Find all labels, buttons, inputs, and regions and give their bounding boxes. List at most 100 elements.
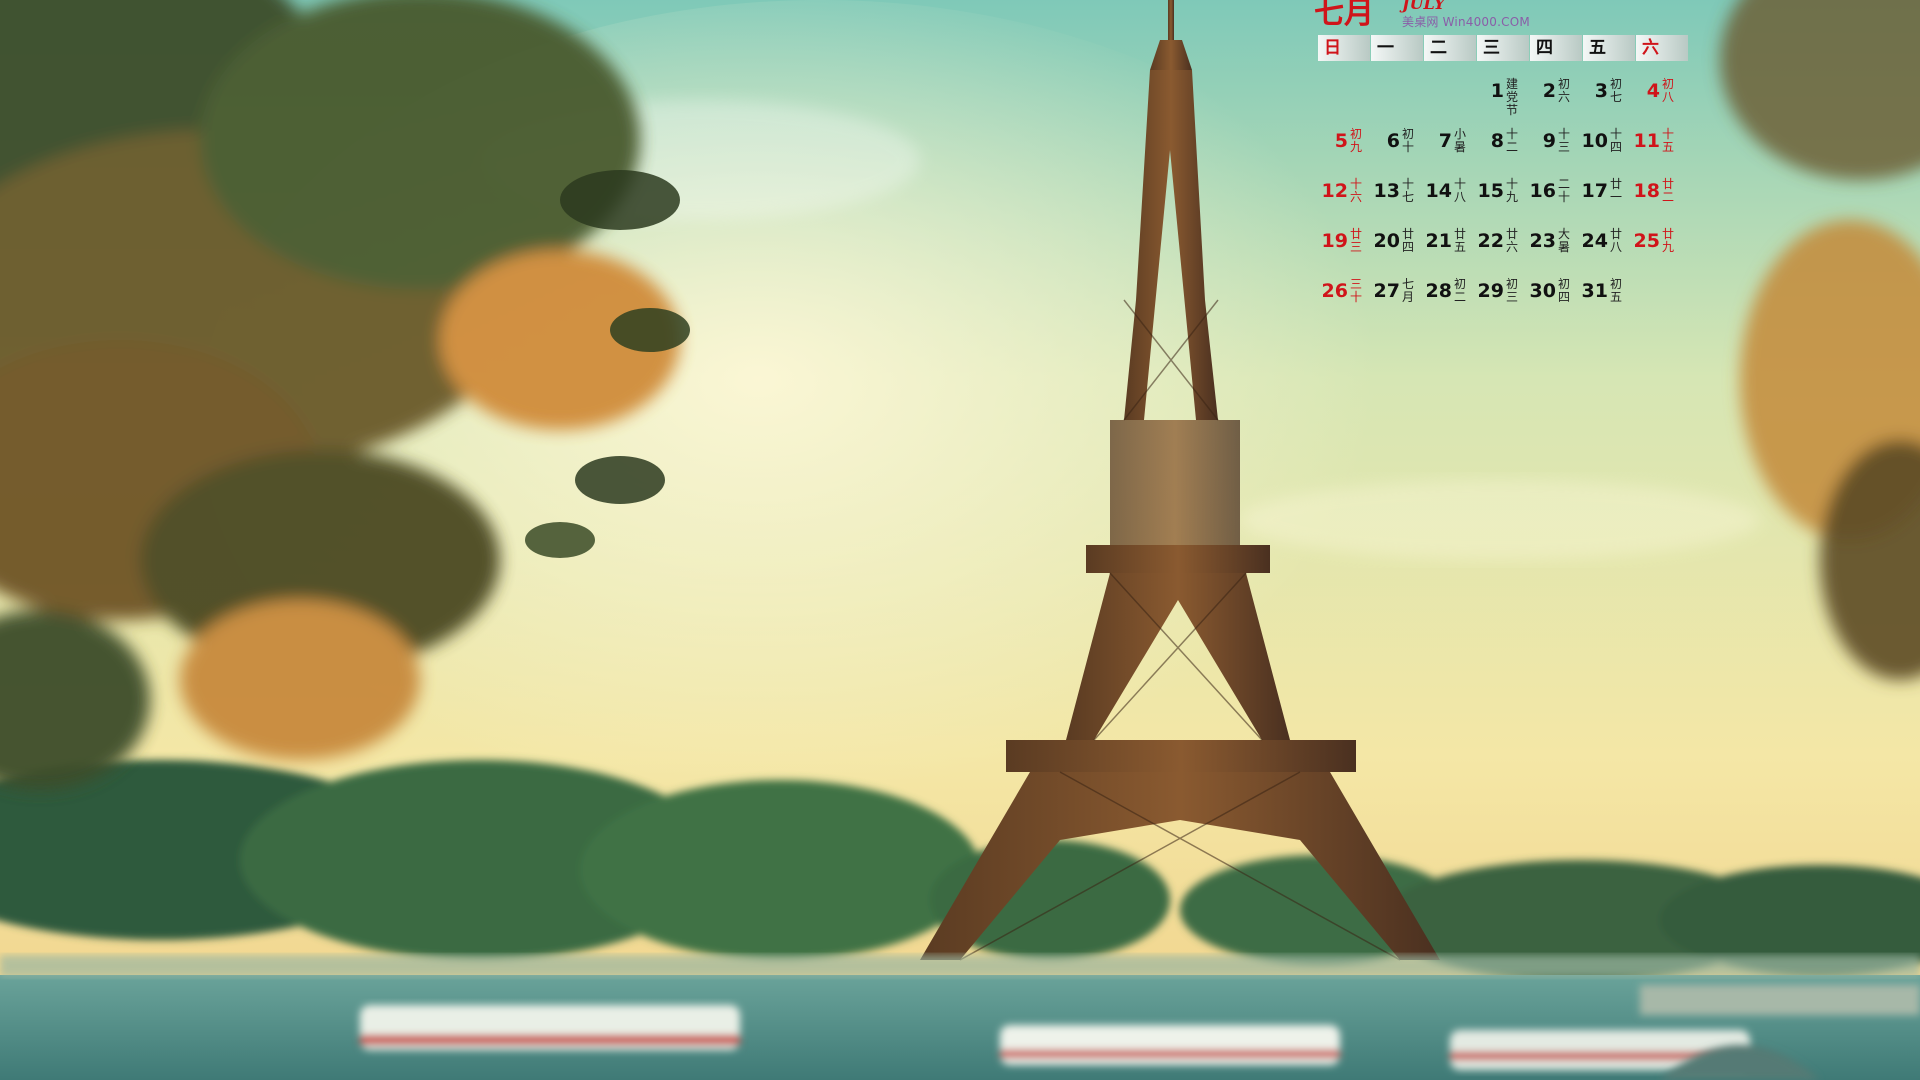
calendar-day-cell: 25 廿九 [1630, 226, 1682, 276]
calendar-day-number: 9 [1542, 130, 1556, 152]
calendar-lunar-label: 建党节 [1506, 77, 1519, 117]
calendar-lunar-label: 十四 [1610, 127, 1623, 154]
calendar-lunar-label: 十七 [1402, 177, 1415, 204]
calendar-day-cell: 14 十八 [1422, 176, 1474, 226]
calendar-lunar-label: 初七 [1610, 77, 1623, 104]
weekday-sun: 日 [1318, 35, 1370, 61]
calendar-day-cell: 31 初五 [1578, 276, 1630, 326]
calendar-day-cell: 27 七月 [1370, 276, 1422, 326]
calendar-lunar-label: 十六 [1350, 177, 1363, 204]
calendar-day-number: 7 [1438, 130, 1452, 152]
calendar-day-number: 30 [1529, 280, 1556, 302]
calendar-day-cell: 4 初八 [1630, 76, 1682, 126]
calendar-day-number: 2 [1542, 80, 1556, 102]
calendar-lunar-label: 十八 [1454, 177, 1467, 204]
calendar-lunar-label: 廿九 [1662, 227, 1675, 254]
calendar-day-cell: 30 初四 [1526, 276, 1578, 326]
calendar-day-number: 4 [1646, 80, 1660, 102]
calendar-day-cell: 18 廿二 [1630, 176, 1682, 226]
calendar-day-number: 1 [1490, 80, 1504, 102]
calendar-lunar-label: 初四 [1558, 277, 1571, 304]
calendar-day-number: 15 [1477, 180, 1504, 202]
calendar-day-number: 22 [1477, 230, 1504, 252]
calendar-lunar-label: 十九 [1506, 177, 1519, 204]
calendar-day-cell: 12 十六 [1318, 176, 1370, 226]
calendar-day-cell: 23 大暑 [1526, 226, 1578, 276]
calendar-day-number: 25 [1633, 230, 1660, 252]
calendar-lunar-label: 初三 [1506, 277, 1519, 304]
calendar-day-number: 6 [1386, 130, 1400, 152]
calendar-day-cell: 21 廿五 [1422, 226, 1474, 276]
calendar-day-cell: 11 十五 [1630, 126, 1682, 176]
calendar-day-number: 26 [1321, 280, 1348, 302]
calendar-day-cell: 22 廿六 [1474, 226, 1526, 276]
calendar-day-number: 10 [1581, 130, 1608, 152]
calendar-day-number: 23 [1529, 230, 1556, 252]
calendar-widget: 七月 JULY 美桌网 Win4000.COM 日 一 二 三 四 五 六 1建… [1310, 0, 1690, 330]
calendar-lunar-label: 廿五 [1454, 227, 1467, 254]
calendar-lunar-label: 廿三 [1350, 227, 1363, 254]
calendar-day-number: 12 [1321, 180, 1348, 202]
calendar-day-number: 3 [1594, 80, 1608, 102]
calendar-day-number: 29 [1477, 280, 1504, 302]
calendar-lunar-label: 廿二 [1662, 177, 1675, 204]
calendar-day-cell: 19 廿三 [1318, 226, 1370, 276]
calendar-lunar-label: 初六 [1558, 77, 1571, 104]
calendar-day-cell: 28 初二 [1422, 276, 1474, 326]
calendar-weekday-header: 日 一 二 三 四 五 六 [1318, 35, 1688, 61]
calendar-day-grid: 1 建党节 2 初六 3 初七 4 初八 5 初九 6 初十 7 小暑 8 十二 9 十三 10 十四 11 十五 12 十六… [1318, 76, 1688, 326]
calendar-lunar-label: 十五 [1662, 127, 1675, 154]
weekday-mon: 一 [1371, 35, 1423, 61]
calendar-day-cell: 2 初六 [1526, 76, 1578, 126]
calendar-day-cell: 15 十九 [1474, 176, 1526, 226]
calendar-day-number: 31 [1581, 280, 1608, 302]
calendar-day-number: 14 [1425, 180, 1452, 202]
calendar-day-number: 11 [1633, 130, 1660, 152]
calendar-day-number: 18 [1633, 180, 1660, 202]
weekday-fri: 五 [1583, 35, 1635, 61]
calendar-day-number: 8 [1490, 130, 1504, 152]
calendar-day-number: 19 [1321, 230, 1348, 252]
calendar-day-number: 27 [1373, 280, 1400, 302]
calendar-day-cell: 16 二十 [1526, 176, 1578, 226]
weekday-tue: 二 [1424, 35, 1476, 61]
calendar-day-number: 13 [1373, 180, 1400, 202]
calendar-day-cell: 1 建党节 [1474, 76, 1526, 126]
calendar-lunar-label: 初五 [1610, 277, 1623, 304]
calendar-lunar-label: 十三 [1558, 127, 1571, 154]
calendar-lunar-label: 二十 [1558, 177, 1571, 204]
calendar-lunar-label: 廿八 [1610, 227, 1623, 254]
calendar-day-cell: 3 初七 [1578, 76, 1630, 126]
calendar-lunar-label: 三十 [1350, 277, 1363, 304]
calendar-day-cell: 9 十三 [1526, 126, 1578, 176]
weekday-thu: 四 [1530, 35, 1582, 61]
calendar-day-cell: 26 三十 [1318, 276, 1370, 326]
calendar-day-number: 20 [1373, 230, 1400, 252]
calendar-day-number: 21 [1425, 230, 1452, 252]
calendar-day-cell: 13 十七 [1370, 176, 1422, 226]
calendar-lunar-label: 廿六 [1506, 227, 1519, 254]
weekday-sat: 六 [1636, 35, 1688, 61]
calendar-day-cell: 20 廿四 [1370, 226, 1422, 276]
calendar-lunar-label: 十二 [1506, 127, 1519, 154]
calendar-day-cell [1422, 76, 1474, 126]
calendar-day-cell: 6 初十 [1370, 126, 1422, 176]
calendar-day-number: 28 [1425, 280, 1452, 302]
calendar-day-cell: 10 十四 [1578, 126, 1630, 176]
calendar-day-cell: 24 廿八 [1578, 226, 1630, 276]
calendar-lunar-label: 廿四 [1402, 227, 1415, 254]
calendar-day-cell: 5 初九 [1318, 126, 1370, 176]
calendar-lunar-label: 初九 [1350, 127, 1363, 154]
calendar-month-en: JULY [1402, 0, 1446, 13]
calendar-day-cell: 17 廿一 [1578, 176, 1630, 226]
calendar-day-number: 16 [1529, 180, 1556, 202]
calendar-day-cell: 7 小暑 [1422, 126, 1474, 176]
calendar-month-cn: 七月 [1314, 0, 1374, 31]
calendar-brand: 美桌网 Win4000.COM [1402, 15, 1530, 29]
calendar-day-number: 24 [1581, 230, 1608, 252]
calendar-day-number: 5 [1334, 130, 1348, 152]
calendar-day-cell: 29 初三 [1474, 276, 1526, 326]
calendar-day-cell [1370, 76, 1422, 126]
calendar-lunar-label: 大暑 [1558, 227, 1571, 254]
calendar-lunar-label: 初十 [1402, 127, 1415, 154]
